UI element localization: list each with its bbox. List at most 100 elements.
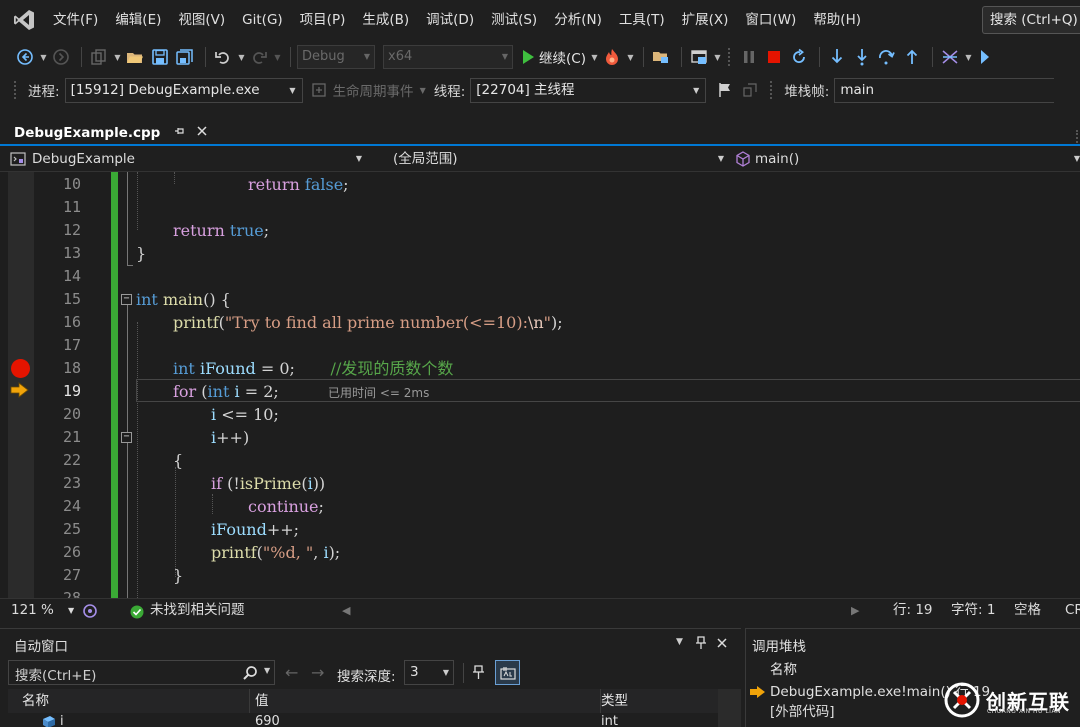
menu-view[interactable]: 视图(V) [173, 0, 237, 40]
step-into-icon[interactable] [826, 45, 848, 69]
zoom-level[interactable]: 121 % [11, 599, 54, 622]
chevron-down-icon[interactable]: ▼ [264, 666, 270, 675]
application-insights-icon[interactable] [688, 45, 710, 69]
undo-icon[interactable] [212, 45, 234, 69]
close-icon[interactable] [716, 637, 728, 653]
toolbar-grip[interactable] [14, 81, 18, 99]
code-text: return false; [248, 175, 349, 194]
menu-window[interactable]: 窗口(W) [740, 0, 808, 40]
save-icon[interactable] [149, 45, 171, 69]
menu-edit[interactable]: 编辑(E) [110, 0, 173, 40]
collapse-toggle[interactable]: − [121, 294, 132, 305]
close-icon[interactable] [196, 125, 208, 141]
chevron-down-icon[interactable]: ▼ [113, 53, 122, 62]
perf-tip[interactable]: 已用时间 <= 2ms [328, 384, 429, 401]
save-all-icon[interactable] [174, 45, 196, 69]
restart-icon[interactable] [788, 45, 810, 69]
chevron-down-icon[interactable]: ▼ [590, 53, 599, 62]
autos-search-input[interactable]: 搜索(Ctrl+E) ▼ [8, 660, 275, 685]
flag-icon[interactable] [714, 78, 736, 102]
variable-type: int [601, 714, 618, 727]
line-number: 20 [62, 405, 81, 423]
visual-studio-logo-icon[interactable] [0, 0, 48, 40]
line-ending-indicator[interactable]: CR [1065, 599, 1080, 622]
menu-debug[interactable]: 调试(D) [421, 0, 486, 40]
whitespace-indicator[interactable]: 空格 [1014, 599, 1041, 622]
continue-label: 继续(C) [539, 51, 586, 67]
line-indicator[interactable]: 行: 19 [893, 599, 933, 622]
open-folder-icon[interactable] [124, 45, 146, 69]
step-out-icon[interactable] [901, 45, 923, 69]
code-text: i <= 10; [211, 405, 279, 424]
chevron-down-icon[interactable]: ▼ [713, 53, 722, 62]
hot-reload-icon[interactable] [601, 45, 623, 69]
toolbar-grip[interactable] [727, 48, 732, 66]
step-over-curve-icon[interactable] [876, 45, 898, 69]
line-number: 26 [62, 543, 81, 561]
scroll-right-icon[interactable]: ▶ [851, 599, 859, 622]
global-search-box[interactable]: 搜索 (Ctrl+Q) [982, 6, 1080, 34]
chevron-down-icon[interactable]: ▼ [626, 53, 635, 62]
view-as-text-icon[interactable] [495, 660, 520, 685]
navigate-forward-icon [50, 45, 72, 69]
scroll-left-icon[interactable]: ◀ [342, 599, 350, 622]
copilot-icon[interactable] [82, 603, 98, 627]
code-text: int main() { [136, 290, 231, 309]
pin-icon[interactable] [174, 125, 186, 141]
navigate-back-icon[interactable] [14, 45, 36, 69]
column-header-value[interactable]: 值 [250, 689, 601, 713]
diagnostic-tools-icon[interactable] [650, 45, 672, 69]
collapse-toggle[interactable]: − [121, 432, 132, 443]
column-header-name[interactable]: 名称 [752, 659, 1080, 681]
breakpoint-icon[interactable] [11, 359, 30, 378]
editor-status-bar: 121 % ▼ 未找到相关问题 ◀ ▶ 行: 19 字符: 1 空格 CR [0, 598, 1080, 622]
line-number: 18 [62, 359, 81, 377]
search-icon[interactable] [242, 665, 258, 685]
menu-analyze[interactable]: 分析(N) [549, 0, 614, 40]
menu-file[interactable]: 文件(F) [48, 0, 110, 40]
chevron-down-icon: ▼ [693, 85, 700, 95]
stack-frame-select[interactable]: main [834, 77, 1055, 103]
menu-help[interactable]: 帮助(H) [808, 0, 873, 40]
menu-build[interactable]: 生成(B) [357, 0, 421, 40]
variable-value[interactable]: 690 [255, 713, 280, 727]
column-header-type[interactable]: 类型 [601, 689, 718, 713]
pin-to-source-icon[interactable] [471, 664, 487, 684]
menu-project[interactable]: 项目(P) [295, 0, 358, 40]
code-editor[interactable]: 10 return false; 11 12 return true; 13 }… [0, 172, 1080, 598]
step-over-icon[interactable] [851, 45, 873, 69]
continue-button[interactable]: 继续(C) [521, 45, 586, 69]
member-select[interactable]: main() ▼ [735, 148, 1080, 170]
thread-label: 线程: [433, 84, 466, 100]
pin-icon[interactable] [695, 636, 707, 654]
search-depth-select[interactable]: 3 ▼ [404, 660, 454, 685]
code-line: 16 printf("Try to find all prime number(… [0, 311, 1080, 334]
show-threads-icon[interactable] [939, 45, 961, 69]
stop-debugging-icon[interactable] [763, 45, 785, 69]
chevron-down-icon[interactable]: ▼ [68, 599, 74, 622]
scope-select[interactable]: (全局范围) ▼ [372, 148, 728, 170]
chevron-down-icon[interactable]: ▼ [237, 53, 246, 62]
chevron-down-icon[interactable]: ▼ [964, 53, 973, 62]
process-select[interactable]: [15912] DebugExample.exe ▼ [64, 77, 303, 103]
chevron-down-icon[interactable]: ▼ [676, 637, 683, 647]
issues-status[interactable]: 未找到相关问题 [150, 599, 245, 622]
tab-debugexample-cpp[interactable]: DebugExample.cpp [8, 121, 207, 146]
scrollbar[interactable] [718, 689, 741, 727]
column-header-name[interactable]: 名称 [8, 689, 250, 713]
outline-line [127, 265, 133, 266]
variable-icon [40, 715, 56, 727]
menu-git[interactable]: Git(G) [237, 0, 295, 40]
chevron-down-icon[interactable]: ▼ [39, 53, 48, 62]
instruction-pointer-icon[interactable] [10, 382, 30, 402]
project-select[interactable]: DebugExample ▼ [10, 148, 366, 170]
menu-tools[interactable]: 工具(T) [614, 0, 677, 40]
solution-platform-select: x64 ▼ [383, 45, 513, 69]
menu-test[interactable]: 测试(S) [486, 0, 549, 40]
autos-grid: 名称 值 类型 i 690 int [8, 689, 718, 727]
extra-toolbar-icon[interactable] [975, 45, 997, 69]
toolbar-grip[interactable] [770, 81, 774, 99]
thread-select[interactable]: [22704] 主线程 ▼ [470, 77, 707, 103]
menu-extensions[interactable]: 扩展(X) [677, 0, 741, 40]
column-indicator[interactable]: 字符: 1 [951, 599, 995, 622]
